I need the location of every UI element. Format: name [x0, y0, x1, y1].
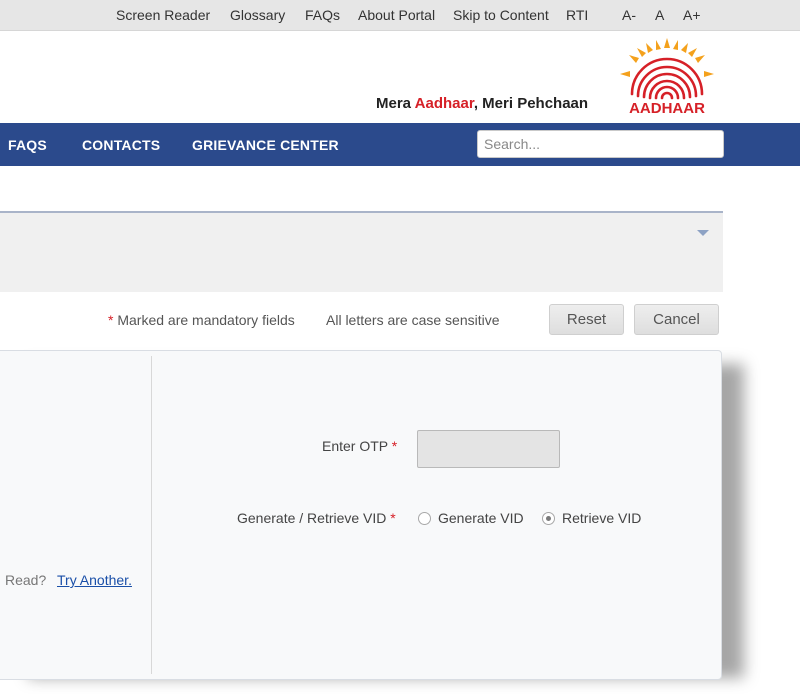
nav-faqs[interactable]: FAQS	[8, 137, 47, 153]
aadhaar-logo[interactable]: AADHAAR	[608, 36, 726, 116]
otp-field[interactable]	[417, 430, 560, 468]
skip-to-content-link[interactable]: Skip to Content	[453, 7, 549, 23]
faqs-link[interactable]: FAQs	[305, 7, 340, 23]
nav-contacts[interactable]: CONTACTS	[82, 137, 160, 153]
required-star: *	[390, 510, 396, 526]
font-normal-button[interactable]: A	[655, 7, 664, 23]
otp-label-text: Enter OTP	[322, 438, 388, 454]
logo-wordmark: AADHAAR	[629, 100, 705, 116]
caret-down-icon[interactable]	[697, 230, 709, 236]
rti-link[interactable]: RTI	[566, 7, 588, 23]
tagline: Mera Aadhaar, Meri Pehchaan	[376, 95, 588, 112]
site-header: Mera Aadhaar, Meri Pehchaan AADHAAR	[0, 31, 800, 123]
generate-vid-label[interactable]: Generate VID	[438, 510, 524, 526]
utility-bar: Screen Reader Glossary FAQs About Portal…	[0, 0, 800, 31]
reset-button[interactable]: Reset	[549, 304, 624, 335]
vid-label-text: Generate / Retrieve VID	[237, 510, 387, 526]
about-portal-link[interactable]: About Portal	[358, 7, 435, 23]
captcha-prompt: Read?	[5, 572, 47, 588]
otp-label: Enter OTP *	[322, 438, 397, 454]
retrieve-vid-radio[interactable]	[542, 512, 555, 525]
tagline-part1: Mera	[376, 95, 415, 112]
mandatory-note: * Marked are mandatory fields	[108, 312, 295, 328]
try-another-link[interactable]: Try Another.	[57, 572, 132, 588]
generate-vid-radio[interactable]	[418, 512, 431, 525]
column-divider	[151, 356, 152, 674]
tagline-accent: Aadhaar	[414, 95, 474, 112]
retrieve-vid-label[interactable]: Retrieve VID	[562, 510, 641, 526]
font-decrease-button[interactable]: A-	[622, 7, 636, 23]
screen-reader-link[interactable]: Screen Reader	[116, 7, 210, 23]
font-increase-button[interactable]: A+	[683, 7, 701, 23]
cancel-button[interactable]: Cancel	[634, 304, 719, 335]
vid-label: Generate / Retrieve VID *	[237, 510, 396, 526]
required-star: *	[391, 438, 398, 454]
nav-grievance-center[interactable]: GRIEVANCE CENTER	[192, 137, 339, 153]
mandatory-text: Marked are mandatory fields	[113, 312, 295, 328]
collapsible-panel	[0, 211, 723, 292]
case-sensitive-note: All letters are case sensitive	[326, 312, 500, 328]
tagline-part2: , Meri Pehchaan	[473, 95, 589, 112]
main-nav: FAQS CONTACTS GRIEVANCE CENTER	[0, 123, 800, 166]
search-input[interactable]	[477, 130, 724, 158]
glossary-link[interactable]: Glossary	[230, 7, 285, 23]
